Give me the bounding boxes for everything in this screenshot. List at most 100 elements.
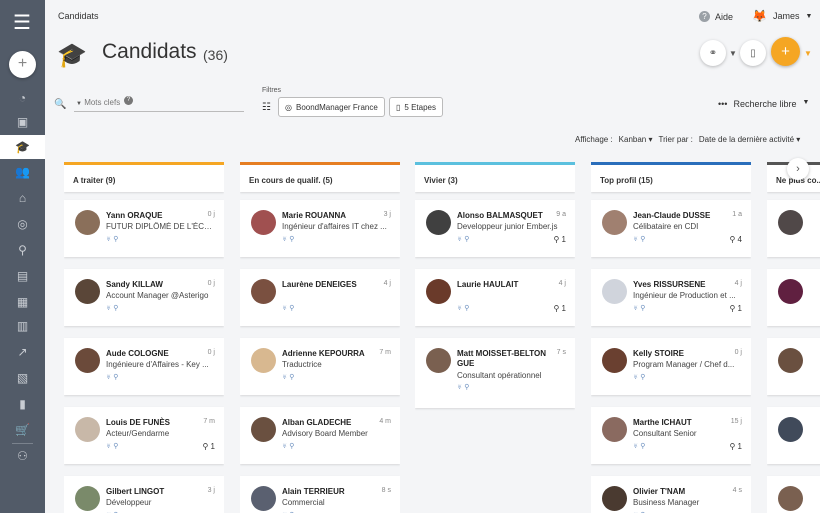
search-icon[interactable]: 🔍: [54, 99, 66, 110]
advanced-search-button[interactable]: ••• Recherche libre ▼: [718, 99, 809, 109]
info-icon[interactable]: ?: [124, 96, 133, 105]
chevron-right-icon[interactable]: ›: [787, 158, 809, 180]
kanban-column: En cours de qualif. (5) Marie ROUANNA 3 j I…: [240, 162, 400, 513]
column-header[interactable]: Top profil (15): [591, 162, 751, 192]
hierarchy-icon[interactable]: ⚇: [0, 444, 45, 468]
candidate-card[interactable]: [767, 407, 820, 464]
reports-icon[interactable]: ↗: [0, 340, 45, 364]
pin-count: ⚲ 1: [729, 442, 742, 451]
avatar: [778, 279, 803, 304]
avatar: [778, 486, 803, 511]
last-activity: 0 j: [207, 349, 215, 356]
display-select[interactable]: Kanban ▾: [619, 135, 653, 144]
availability-icon: ♅ ⚲: [457, 305, 470, 312]
expenses-icon[interactable]: ▮: [0, 392, 45, 416]
breadcrumb[interactable]: Candidats: [58, 11, 99, 21]
pin-icon[interactable]: ⚲: [0, 238, 45, 262]
files-icon[interactable]: ▧: [0, 366, 45, 390]
add-icon[interactable]: +: [9, 51, 36, 78]
documents-icon[interactable]: ▥: [0, 314, 45, 338]
avatar: [602, 279, 627, 304]
pin-count-value: 1: [737, 442, 742, 451]
candidate-card[interactable]: Alain TERRIEUR8 sCommercial♅ ⚲: [240, 476, 400, 513]
candidate-card[interactable]: Laurène DENEIGES 4 j ♅ ⚲: [240, 269, 400, 326]
candidates-icon[interactable]: 🎓: [0, 135, 45, 159]
candidate-card[interactable]: [767, 476, 820, 513]
keywords-input[interactable]: ▼ Mots clefs: [74, 98, 244, 112]
advanced-search-label: Recherche libre: [733, 99, 797, 109]
dashboard-icon[interactable]: ◔: [0, 86, 45, 110]
candidate-card[interactable]: [767, 338, 820, 395]
actions-icon[interactable]: ▣: [0, 110, 45, 134]
candidate-name: Adrienne KEPOURRA: [282, 349, 365, 358]
candidate-title: Account Manager @Asterigo: [106, 291, 209, 300]
filters-label: Filtres: [262, 87, 282, 94]
cart-icon[interactable]: 🛒: [0, 418, 45, 442]
view-options-button[interactable]: ⚭: [700, 40, 726, 66]
candidate-card[interactable]: Alban GLADECHE 4 m Advisory Board Member ♅ …: [240, 407, 400, 464]
resources-icon[interactable]: 👥: [0, 160, 45, 184]
user-menu[interactable]: 🦊 James ▼: [752, 9, 812, 23]
last-activity: 7 m: [379, 349, 391, 356]
chevron-down-icon: ▼: [805, 12, 813, 20]
candidate-name: Louis DE FUNÈS: [106, 418, 171, 427]
help-link[interactable]: ? Aide: [699, 11, 733, 22]
candidate-card[interactable]: Jean-Claude DUSSE 1 a Célibataire en CDI ♅ …: [591, 200, 751, 257]
avatar: [251, 348, 276, 373]
opportunities-icon[interactable]: ◎: [0, 212, 45, 236]
last-activity: 9 a: [556, 211, 566, 218]
question-icon: ?: [699, 11, 710, 22]
candidate-card[interactable]: Matt MOISSET-BELTON GUE 7 s Consultant opé…: [415, 338, 575, 408]
filter-settings-icon[interactable]: ☷: [262, 102, 271, 113]
more-icon: •••: [718, 99, 728, 109]
column-header[interactable]: A traiter (9): [64, 162, 224, 192]
candidate-card[interactable]: Sandy KILLAW 0 j Account Manager @Asterigo…: [64, 269, 224, 326]
candidate-card[interactable]: Gilbert LINGOT3 jDéveloppeur♅ ⚲: [64, 476, 224, 513]
candidate-name: Kelly STOIRE: [633, 349, 684, 358]
candidate-card[interactable]: Aude COLOGNE 0 j Ingénieure d'Affaires - K…: [64, 338, 224, 395]
link-icon: ⚭: [708, 47, 718, 59]
companies-icon[interactable]: ⌂: [0, 186, 45, 210]
candidate-card[interactable]: Adrienne KEPOURRA 7 m Traductrice ♅ ⚲: [240, 338, 400, 395]
add-candidate-button[interactable]: +: [771, 37, 800, 66]
pin-count-value: 1: [737, 304, 742, 313]
export-button[interactable]: ▯: [740, 40, 766, 66]
candidate-card[interactable]: [767, 269, 820, 326]
steps-filter-chip[interactable]: ▯ 5 Etapes: [389, 97, 443, 117]
last-activity: 7 m: [203, 418, 215, 425]
kanban-column: A traiter (9) Yann ORAQUE 0 j FUTUR DIPLÔMÉ…: [64, 162, 224, 513]
candidate-card[interactable]: Kelly STOIRE 0 j Program Manager / Chef d.…: [591, 338, 751, 395]
candidate-card[interactable]: Marie ROUANNA 3 j Ingénieur d'affaires IT …: [240, 200, 400, 257]
candidate-card[interactable]: Yann ORAQUE 0 j FUTUR DIPLÔMÉ DE L'ÉCOL...…: [64, 200, 224, 257]
chevron-down-icon[interactable]: ▼: [729, 49, 737, 58]
avatar: [251, 210, 276, 235]
agency-filter-label: BoondManager France: [295, 102, 378, 112]
candidate-card[interactable]: [767, 200, 820, 257]
candidate-card[interactable]: Olivier T'NAM4 sBusiness Manager♅ ⚲: [591, 476, 751, 513]
invoices-icon[interactable]: ▦: [0, 290, 45, 314]
column-header[interactable]: Vivier (3): [415, 162, 575, 192]
candidate-card[interactable]: Laurie HAULAIT 4 j ♅ ⚲ ⚲ 1: [415, 269, 575, 326]
last-activity: 0 j: [734, 349, 742, 356]
pin-count: ⚲ 1: [553, 235, 566, 244]
candidate-card[interactable]: Yves RISSURSENE 4 j Ingénieur de Productio…: [591, 269, 751, 326]
candidate-title: Ingénieur d'affaires IT chez ...: [282, 222, 387, 231]
avatar: [426, 279, 451, 304]
agency-filter-chip[interactable]: ◎ BoondManager France: [278, 97, 385, 117]
candidate-title: Ingénieure d'Affaires - Key ...: [106, 360, 209, 369]
candidate-card[interactable]: Alonso BALMASQUET 9 a Developpeur junior E…: [415, 200, 575, 257]
candidate-name: Sandy KILLAW: [106, 280, 163, 289]
user-avatar-icon: 🦊: [752, 9, 767, 23]
projects-icon[interactable]: ▤: [0, 264, 45, 288]
column-header[interactable]: En cours de qualif. (5): [240, 162, 400, 192]
candidate-title: Célibataire en CDI: [633, 222, 699, 231]
chevron-down-icon[interactable]: ▼: [804, 49, 812, 58]
sort-select[interactable]: Date de la dernière activité ▾: [699, 135, 800, 144]
candidate-card[interactable]: Louis DE FUNÈS 7 m Acteur/Gendarme ♅ ⚲ ⚲ 1: [64, 407, 224, 464]
avatar: [778, 417, 803, 442]
candidate-card[interactable]: Marthe ICHAUT 15 j Consultant Senior ♅ ⚲ ⚲ 1: [591, 407, 751, 464]
keywords-placeholder: Mots clefs: [84, 98, 121, 107]
pin-count: ⚲ 1: [553, 304, 566, 313]
menu-icon[interactable]: ☰: [10, 13, 34, 33]
globe-icon: ◎: [285, 102, 292, 112]
